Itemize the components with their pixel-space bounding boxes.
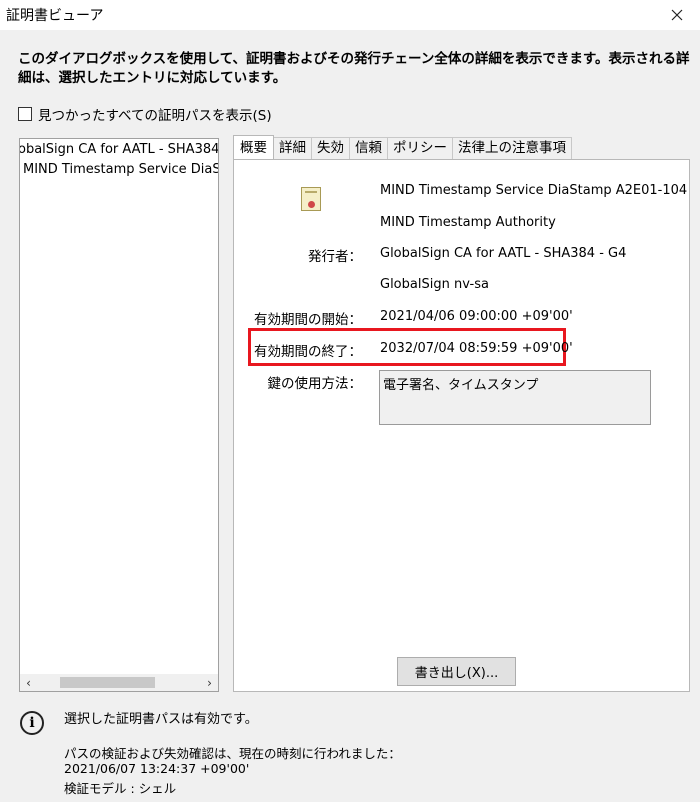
summary-panel: MIND Timestamp Service DiaStamp A2E01-10… — [233, 159, 690, 692]
subject-name: MIND Timestamp Service DiaStamp A2E01-10… — [380, 183, 688, 198]
scrollbar-thumb[interactable] — [60, 677, 155, 688]
tree-item-mind-timestamp[interactable]: MIND Timestamp Service DiaStam — [23, 162, 218, 177]
subject-org: MIND Timestamp Authority — [380, 215, 556, 230]
tab-revocation[interactable]: 失効 — [311, 137, 350, 159]
validation-line: パスの検証および失効確認は、現在の時刻に行われました： — [64, 746, 401, 761]
status-message: 選択した証明書パスは有効です。 — [64, 712, 258, 727]
export-button[interactable]: 書き出し(X)... — [397, 657, 516, 686]
horizontal-scrollbar[interactable]: ‹ › — [20, 674, 218, 691]
validation-model: 検証モデル : シェル — [64, 781, 177, 796]
title-bar: 証明書ビューア — [0, 0, 700, 30]
certificate-path-tree[interactable]: obalSign CA for AATL - SHA384 - G MIND T… — [19, 138, 219, 692]
valid-to-value: 2032/07/04 08:59:59 +09'00' — [380, 341, 573, 356]
issuer-name: GlobalSign CA for AATL - SHA384 - G4 — [380, 246, 627, 261]
close-icon — [671, 9, 683, 21]
key-usage-value: 電子署名、タイムスタンプ — [383, 378, 539, 393]
dialog-description: このダイアログボックスを使用して、証明書およびその発行チェーン全体の詳細を表示で… — [18, 51, 690, 86]
valid-to-label: 有効期間の終了： — [254, 344, 362, 360]
window-title: 証明書ビューア — [6, 8, 104, 24]
close-button[interactable] — [654, 0, 700, 30]
valid-from-value: 2021/04/06 09:00:00 +09'00' — [380, 309, 573, 324]
tab-details[interactable]: 詳細 — [273, 137, 312, 159]
scroll-right-icon[interactable]: › — [201, 674, 218, 691]
tab-legal-notice[interactable]: 法律上の注意事項 — [452, 137, 572, 159]
tab-bar: 概要 詳細 失効 信頼 ポリシー 法律上の注意事項 — [233, 135, 572, 159]
key-usage-field[interactable]: 電子署名、タイムスタンプ — [379, 370, 651, 425]
certificate-icon — [301, 187, 321, 211]
tab-summary[interactable]: 概要 — [233, 135, 274, 159]
info-icon: i — [20, 711, 44, 735]
show-all-paths-label: 見つかったすべての証明パスを表示(S) — [38, 108, 272, 124]
scroll-left-icon[interactable]: ‹ — [20, 674, 37, 691]
valid-from-label: 有効期間の開始： — [254, 312, 362, 328]
show-all-paths-option[interactable]: 見つかったすべての証明パスを表示(S) — [18, 104, 272, 124]
issuer-org: GlobalSign nv-sa — [380, 277, 489, 292]
key-usage-label: 鍵の使用方法： — [267, 376, 363, 392]
tab-policy[interactable]: ポリシー — [387, 137, 453, 159]
tree-item-globalsign[interactable]: obalSign CA for AATL - SHA384 - G — [20, 142, 218, 157]
show-all-paths-checkbox[interactable] — [18, 107, 32, 121]
issuer-label: 発行者： — [308, 249, 362, 265]
validation-timestamp: 2021/06/07 13:24:37 +09'00' — [64, 761, 250, 776]
tab-trust[interactable]: 信頼 — [349, 137, 388, 159]
